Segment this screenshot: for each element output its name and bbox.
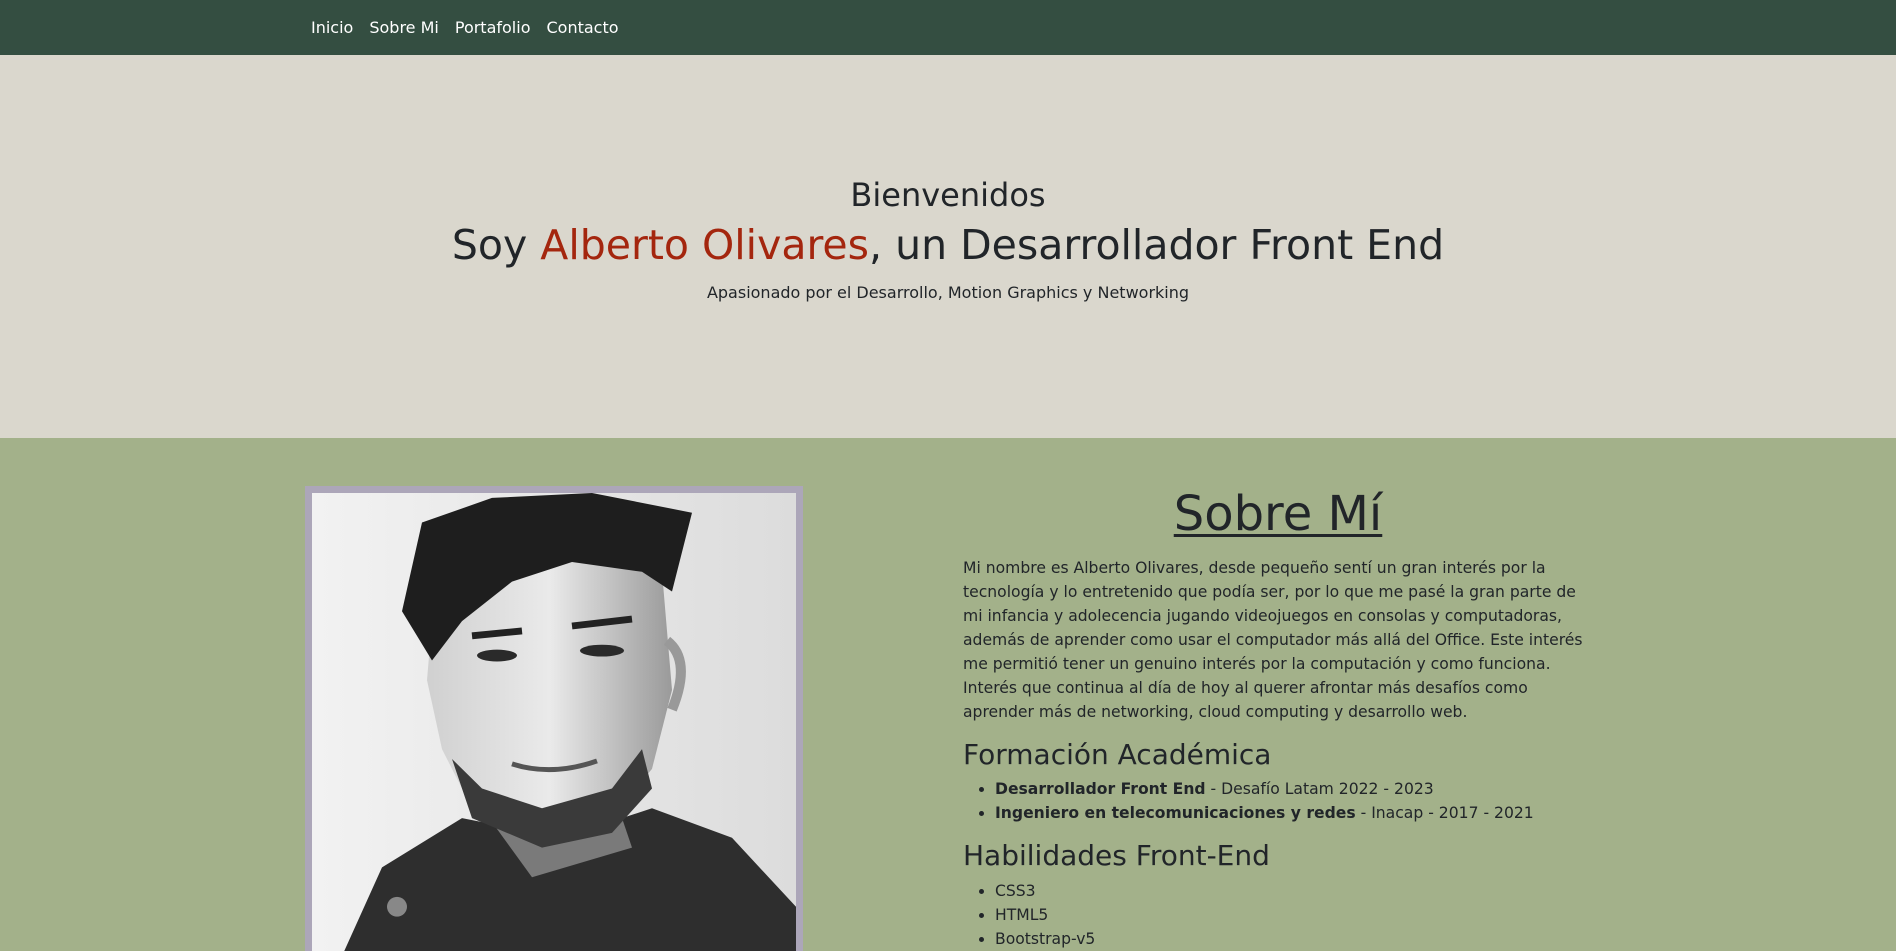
education-heading: Formación Académica	[963, 737, 1272, 771]
education-degree: Ingeniero en telecomunicaciones y redes	[995, 804, 1356, 823]
profile-photo	[305, 486, 803, 951]
headline-prefix: Soy	[451, 221, 541, 270]
skills-list: CSS3 HTML5 Bootstrap-v5	[963, 879, 1593, 951]
hero-headline: Soy Alberto Olivares, un Desarrollador F…	[0, 221, 1896, 270]
list-item: Bootstrap-v5	[995, 927, 1593, 951]
education-detail: - Desafío Latam 2022 - 2023	[1205, 780, 1434, 799]
nav-link-sobre-mi[interactable]: Sobre Mi	[369, 19, 439, 36]
list-item: Ingeniero en telecomunicaciones y redes …	[995, 801, 1593, 825]
education-detail: - Inacap - 2017 - 2021	[1355, 804, 1534, 823]
education-degree: Desarrollador Front End	[995, 780, 1206, 799]
hero-section: Bienvenidos Soy Alberto Olivares, un Des…	[0, 55, 1896, 438]
about-section: Sobre Mí Mi nombre es Alberto Olivares, …	[0, 438, 1896, 951]
about-paragraph: Mi nombre es Alberto Olivares, desde peq…	[963, 558, 1583, 721]
nav-link-portafolio[interactable]: Portafolio	[455, 19, 531, 36]
list-item: Desarrollador Front End - Desafío Latam …	[995, 777, 1593, 801]
about-text-column: Sobre Mí Mi nombre es Alberto Olivares, …	[963, 486, 1593, 951]
list-item: CSS3	[995, 879, 1593, 903]
list-item: HTML5	[995, 903, 1593, 927]
nav-link-inicio[interactable]: Inicio	[311, 19, 353, 36]
headline-suffix: , un Desarrollador Front End	[869, 221, 1445, 270]
skills-heading: Habilidades Front-End	[963, 839, 1270, 873]
navbar: Inicio Sobre Mi Portafolio Contacto	[0, 0, 1896, 55]
nav-link-contacto[interactable]: Contacto	[546, 19, 618, 36]
about-title: Sobre Mí	[1173, 486, 1383, 542]
hero-tagline: Apasionado por el Desarrollo, Motion Gra…	[706, 282, 1190, 302]
profile-photo-illustration	[312, 493, 796, 951]
hero-welcome: Bienvenidos	[850, 176, 1046, 214]
headline-name: Alberto Olivares	[540, 221, 870, 270]
education-list: Desarrollador Front End - Desafío Latam …	[963, 777, 1593, 825]
